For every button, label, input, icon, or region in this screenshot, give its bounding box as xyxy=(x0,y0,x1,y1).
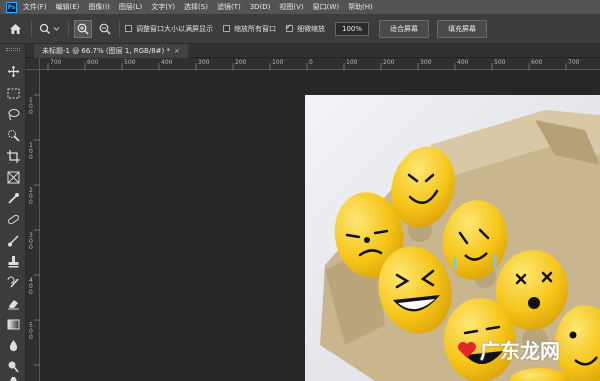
ruler-label: 600 xyxy=(87,59,99,66)
gradient-tool-icon[interactable] xyxy=(4,316,22,332)
options-bar: 调整窗口大小以满屏显示 缩放所有窗口 细微缩放 100% 适合屏幕 填充屏幕 xyxy=(0,14,600,44)
blur-tool-icon[interactable] xyxy=(4,337,22,353)
panel-grip[interactable] xyxy=(6,48,20,51)
ruler-label: 700 xyxy=(568,59,580,66)
watermark-text: 广东龙网 xyxy=(480,339,560,363)
menu-view[interactable]: 视图(V) xyxy=(279,2,303,12)
ruler-label: 100 xyxy=(346,59,358,66)
ruler-label: 0 xyxy=(29,289,33,296)
zoom-all-checkbox[interactable] xyxy=(223,25,230,32)
zoom-all-option[interactable]: 缩放所有窗口 xyxy=(223,24,276,34)
move-tool-icon[interactable] xyxy=(4,63,22,79)
healing-brush-tool-icon[interactable] xyxy=(4,211,22,227)
ruler-label: 500 xyxy=(494,59,506,66)
ruler-label: 0 xyxy=(29,109,33,116)
ruler-label: 200 xyxy=(235,59,247,66)
menu-edit[interactable]: 编辑(E) xyxy=(56,2,80,12)
zoom-in-icon[interactable] xyxy=(74,19,92,38)
zoom-out-icon[interactable] xyxy=(96,20,114,38)
dodge-tool-icon[interactable] xyxy=(4,358,22,374)
watermark: 广东龙网 xyxy=(456,335,560,364)
menu-3d[interactable]: 3D(D) xyxy=(250,3,271,11)
divider xyxy=(31,19,32,38)
eraser-tool-icon[interactable] xyxy=(4,295,22,311)
close-icon[interactable]: × xyxy=(174,47,180,55)
quick-selection-tool-icon[interactable] xyxy=(4,127,22,143)
menu-layer[interactable]: 图层(L) xyxy=(119,2,142,12)
ruler-label: 0 xyxy=(29,244,33,251)
ruler-origin[interactable] xyxy=(26,58,40,70)
zoom-all-label: 缩放所有窗口 xyxy=(234,24,276,33)
marquee-tool-icon[interactable] xyxy=(4,85,22,101)
menu-file[interactable]: 文件(F) xyxy=(23,2,47,12)
scrubby-zoom-label: 细微缩放 xyxy=(297,24,325,33)
resize-windows-label: 调整窗口大小以满屏显示 xyxy=(136,24,213,33)
clone-stamp-tool-icon[interactable] xyxy=(4,253,22,269)
ruler-label: 400 xyxy=(161,59,173,66)
pen-tool-icon[interactable] xyxy=(4,377,22,381)
zoom-tool-preset-icon[interactable] xyxy=(37,23,63,35)
heart-logo-icon xyxy=(458,341,476,358)
scrubby-zoom-option[interactable]: 细微缩放 xyxy=(286,23,325,34)
fill-screen-button[interactable]: 填充屏幕 xyxy=(437,19,488,38)
eyedropper-tool-icon[interactable] xyxy=(4,190,22,206)
ruler-label: 100 xyxy=(272,59,284,66)
ruler-label: 0 xyxy=(29,199,33,206)
tools-panel xyxy=(0,44,26,381)
lasso-tool-icon[interactable] xyxy=(4,106,22,122)
divider xyxy=(119,19,120,38)
vertical-ruler[interactable]: 1 0 0 1 0 0 2 0 0 3 0 0 4 0 0 5 0 0 xyxy=(26,70,40,381)
crop-tool-icon[interactable] xyxy=(4,148,22,164)
ruler-label: 300 xyxy=(420,59,432,66)
brush-tool-icon[interactable] xyxy=(4,232,22,248)
fit-screen-button[interactable]: 适合屏幕 xyxy=(379,19,430,38)
menu-type[interactable]: 文字(Y) xyxy=(151,2,175,12)
document-tab-title: 未标题-1 @ 66.7% (图层 1, RGB/8#) * xyxy=(42,47,170,55)
menu-select[interactable]: 选择(S) xyxy=(184,2,208,12)
document-tab[interactable]: 未标题-1 @ 66.7% (图层 1, RGB/8#) * × xyxy=(34,44,188,58)
ruler-label: 200 xyxy=(383,59,395,66)
resize-windows-option[interactable]: 调整窗口大小以满屏显示 xyxy=(125,24,213,34)
ruler-label: 0 xyxy=(29,154,33,161)
frame-tool-icon[interactable] xyxy=(4,169,22,185)
ruler-label: 0 xyxy=(29,334,33,341)
ruler-label: 0 xyxy=(309,59,313,66)
menu-bar: Ps 文件(F) 编辑(E) 图像(I) 图层(L) 文字(Y) 选择(S) 滤… xyxy=(0,0,600,14)
ruler-label: 300 xyxy=(198,59,210,66)
ruler-label: 600 xyxy=(531,59,543,66)
menu-window[interactable]: 窗口(W) xyxy=(313,2,339,12)
history-brush-tool-icon[interactable] xyxy=(4,274,22,290)
document-tab-bar: 未标题-1 @ 66.7% (图层 1, RGB/8#) * × xyxy=(26,44,600,58)
divider xyxy=(68,19,69,38)
home-icon[interactable] xyxy=(4,23,26,35)
scrubby-zoom-checkbox[interactable] xyxy=(286,23,293,32)
ruler-label: 500 xyxy=(124,59,136,66)
horizontal-ruler[interactable]: 700 600 500 400 300 200 100 0 100 200 30… xyxy=(40,58,600,70)
ruler-label: 700 xyxy=(50,59,62,66)
menu-help[interactable]: 帮助(H) xyxy=(348,2,373,12)
resize-windows-checkbox[interactable] xyxy=(125,25,132,32)
ruler-label: 400 xyxy=(457,59,469,66)
zoom-percent-field[interactable]: 100% xyxy=(335,21,370,36)
menu-image[interactable]: 图像(I) xyxy=(88,2,110,12)
photoshop-logo: Ps xyxy=(6,1,17,13)
menu-filter[interactable]: 滤镜(T) xyxy=(217,2,241,12)
